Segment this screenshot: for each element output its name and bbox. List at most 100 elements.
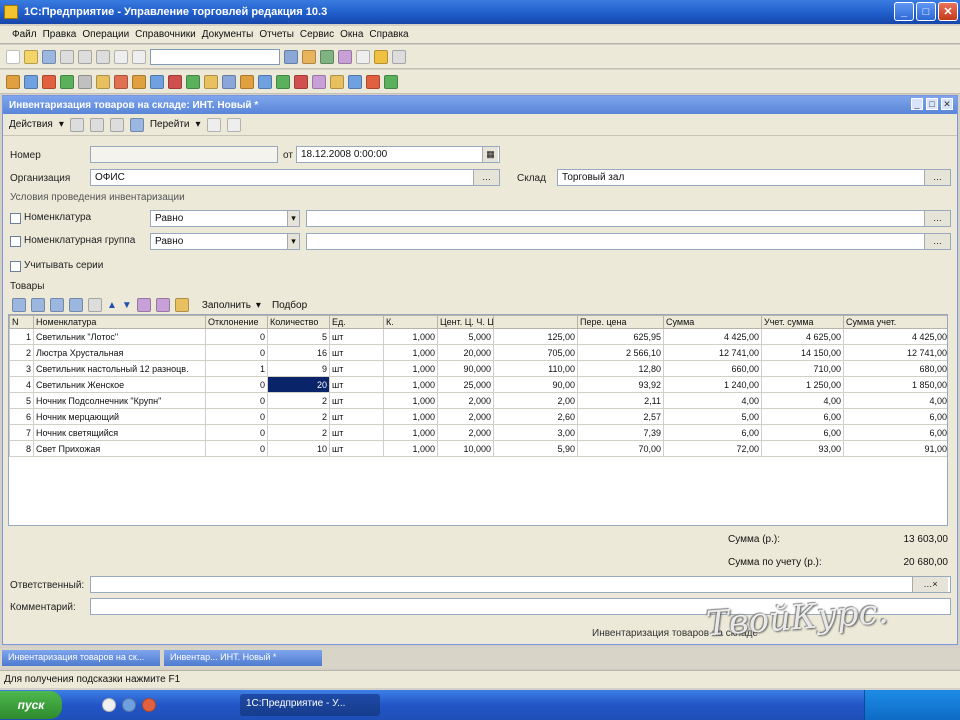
col-coef[interactable]: К.	[383, 315, 438, 329]
delete-row-icon[interactable]	[69, 298, 83, 312]
table-cell[interactable]: 1,000	[383, 376, 438, 393]
table-cell[interactable]: 1 240,00	[663, 376, 762, 393]
table-cell[interactable]: 6,00	[663, 424, 762, 441]
series-checkbox[interactable]	[10, 261, 21, 272]
table-cell[interactable]: шт	[329, 392, 384, 409]
stock-icon[interactable]	[204, 74, 218, 89]
price-icon[interactable]	[240, 74, 254, 89]
sale-icon[interactable]	[276, 74, 290, 89]
save-icon[interactable]	[42, 49, 56, 64]
table-cell[interactable]: 5	[9, 392, 34, 409]
table-cell[interactable]: 680,00	[843, 360, 947, 377]
settings-icon[interactable]	[384, 74, 398, 89]
table-cell[interactable]: 20	[267, 376, 330, 393]
table-cell[interactable]: 6,00	[843, 408, 947, 425]
table-cell[interactable]: 1,000	[383, 328, 438, 345]
table-cell[interactable]: 4	[9, 376, 34, 393]
movements-icon[interactable]	[226, 117, 241, 132]
folder-icon[interactable]	[24, 74, 38, 89]
menu-help[interactable]: Справка	[369, 29, 408, 40]
table-cell[interactable]: 2,000	[437, 392, 494, 409]
col-n[interactable]: N	[9, 315, 34, 329]
table-cell[interactable]: 93,00	[761, 440, 844, 457]
table-row[interactable]: 5 Ночник Подсолнечник "Крупн" 0 2 шт 1,000 2,0…	[9, 392, 947, 409]
actions-menu[interactable]: Действия	[9, 119, 53, 130]
table-cell[interactable]: 5,00	[663, 408, 762, 425]
table-cell[interactable]: 4,00	[663, 392, 762, 409]
menu-documents[interactable]: Документы	[202, 29, 254, 40]
table-cell[interactable]: 7,39	[577, 424, 664, 441]
bank-icon[interactable]	[150, 74, 164, 89]
table-cell[interactable]: 0	[205, 376, 268, 393]
arrows-icon[interactable]	[78, 74, 92, 89]
table-cell[interactable]: 110,00	[493, 360, 578, 377]
copy-doc-icon[interactable]	[109, 117, 124, 132]
menu-catalogs[interactable]: Справочники	[135, 29, 196, 40]
browser-icon[interactable]	[122, 698, 136, 712]
goto-chevron-icon[interactable]: ▾	[195, 119, 200, 130]
menu-file[interactable]: Файл	[12, 29, 37, 40]
table-cell[interactable]: 0	[205, 328, 268, 345]
doc-minimize-button[interactable]: _	[911, 98, 923, 110]
table-row[interactable]: 1 Светильник "Лотос" 0 5 шт 1,000 5,000 125,00 6…	[9, 328, 947, 345]
table-cell[interactable]: 6,00	[761, 408, 844, 425]
col-quantity[interactable]: Количество	[267, 315, 330, 329]
table-cell[interactable]: 12,80	[577, 360, 664, 377]
table-row[interactable]: 7 Ночник светящийся 0 2 шт 1,000 2,000 3,00 7,39…	[9, 424, 947, 441]
table-cell[interactable]: 12 741,00	[663, 344, 762, 361]
table-cell[interactable]: 3	[9, 360, 34, 377]
table-cell[interactable]: 705,00	[493, 344, 578, 361]
table-cell[interactable]: 1	[205, 360, 268, 377]
table-cell[interactable]: 2,60	[493, 408, 578, 425]
table-cell[interactable]: 1,000	[383, 344, 438, 361]
nomenclature-select-button[interactable]: …	[924, 211, 950, 226]
table-cell[interactable]: 12 741,00	[843, 344, 947, 361]
table-cell[interactable]: 2,57	[577, 408, 664, 425]
table-row[interactable]: 3 Светильник настольный 12 разноцв. 1 9 шт 1,…	[9, 360, 947, 377]
table-cell[interactable]: 14 150,00	[761, 344, 844, 361]
start-button[interactable]: пуск	[0, 691, 62, 719]
table-cell[interactable]: 0	[205, 424, 268, 441]
table-cell[interactable]: 0	[205, 344, 268, 361]
nomenclature-mode-select[interactable]: Равно	[150, 210, 300, 227]
table-cell[interactable]: 7	[9, 424, 34, 441]
table-cell[interactable]: Светильник "Лотос"	[33, 328, 206, 345]
table-cell[interactable]: 1,000	[383, 392, 438, 409]
org-field[interactable]: ОФИС	[90, 169, 500, 186]
date-field[interactable]: 18.12.2008 0:00:00	[296, 146, 500, 163]
write-icon[interactable]	[69, 117, 84, 132]
money-icon[interactable]	[132, 74, 146, 89]
add-row-icon[interactable]	[12, 298, 26, 312]
table-cell[interactable]: Светильник настольный 12 разноцв.	[33, 360, 206, 377]
warehouse-select-button[interactable]: …	[924, 170, 950, 185]
move-up-icon[interactable]: ▲	[107, 300, 117, 311]
table-cell[interactable]: 4,00	[761, 392, 844, 409]
table-cell[interactable]: 2,00	[493, 392, 578, 409]
table-row[interactable]: 8 Свет Прихожая 0 10 шт 1,000 10,000 5,90 70,00 7…	[9, 440, 947, 457]
goto-menu[interactable]: Перейти	[150, 119, 190, 130]
table-cell[interactable]: 9	[267, 360, 330, 377]
table-cell[interactable]: 125,00	[493, 328, 578, 345]
table-cell[interactable]: 2	[267, 392, 330, 409]
doc-maximize-button[interactable]: □	[926, 98, 938, 110]
desktop-icon[interactable]	[102, 698, 116, 712]
new-icon[interactable]	[6, 49, 20, 64]
table-cell[interactable]: шт	[329, 360, 384, 377]
end-edit-icon[interactable]	[88, 298, 102, 312]
number-field[interactable]	[90, 146, 278, 163]
table-cell[interactable]: 2,000	[437, 408, 494, 425]
table-cell[interactable]: 1,000	[383, 424, 438, 441]
table-cell[interactable]: 8	[9, 440, 34, 457]
table-cell[interactable]: шт	[329, 344, 384, 361]
table-cell[interactable]: 2,11	[577, 392, 664, 409]
list-icon[interactable]	[206, 117, 221, 132]
menu-operations[interactable]: Операции	[82, 29, 129, 40]
table-cell[interactable]: 10	[267, 440, 330, 457]
col-unit[interactable]: Ед.	[329, 315, 384, 329]
transfer-icon[interactable]	[312, 74, 326, 89]
table-row[interactable]: 4 Светильник Женское 0 20 шт 1,000 25,000 90,00…	[9, 376, 947, 393]
table-cell[interactable]: 4 425,00	[843, 328, 947, 345]
order-icon[interactable]	[258, 74, 272, 89]
post-icon[interactable]	[89, 117, 104, 132]
table-cell[interactable]: 25,000	[437, 376, 494, 393]
